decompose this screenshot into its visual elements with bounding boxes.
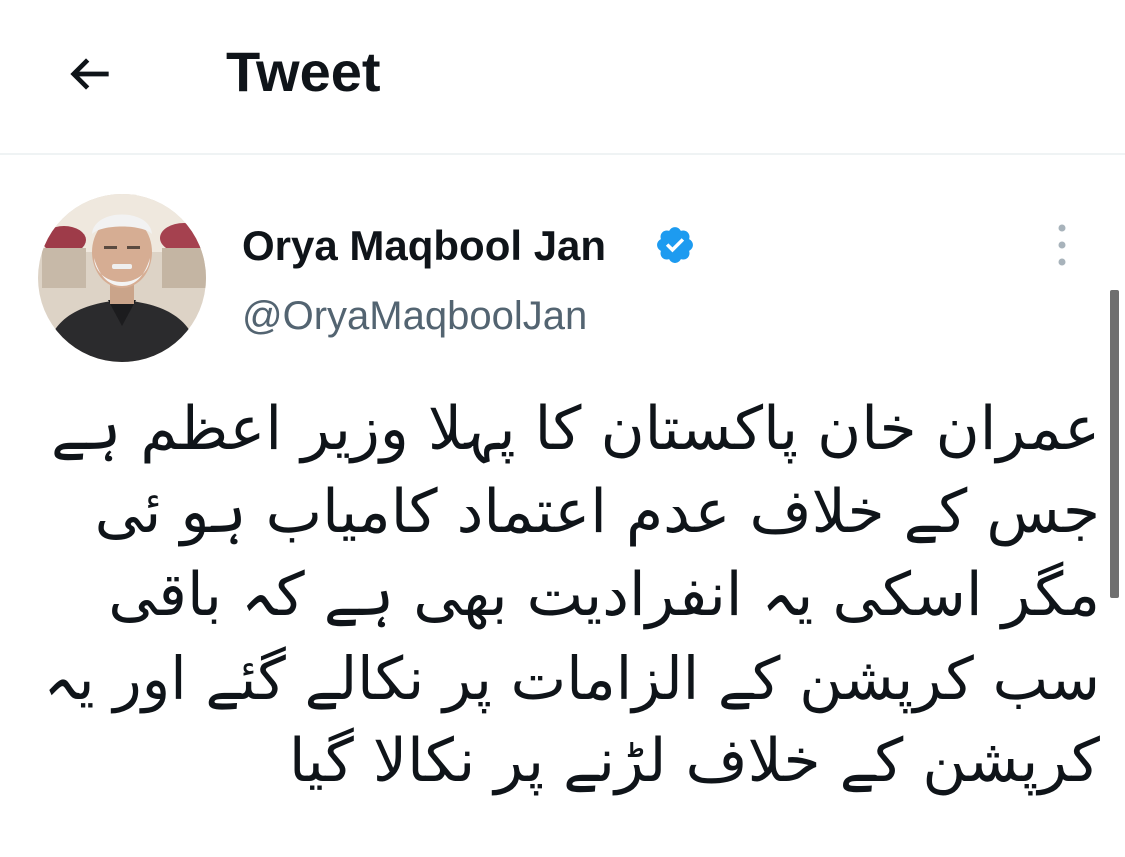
- author-handle[interactable]: @OryaMaqboolJan: [242, 292, 587, 340]
- tweet-text-line: کرپشن کے خلاف لڑنے پر نکالا گیا: [288, 726, 1100, 796]
- tweet-text-line: عمران خان پاکستان کا پہلا وزیر اعظم ہے: [51, 394, 1100, 464]
- more-options-button[interactable]: [1040, 218, 1084, 272]
- back-button[interactable]: [52, 36, 128, 112]
- verified-badge-icon: [657, 227, 693, 263]
- arrow-left-icon: [70, 58, 109, 90]
- tweet-detail-screen: Tweet Orya Maqbool Jan @OryaMaqboolJan ع…: [0, 0, 1125, 857]
- author-avatar[interactable]: [38, 194, 206, 362]
- tweet-text-line: سب کرپشن کے الزامات پر نکالے گئے اور یہ: [43, 644, 1100, 713]
- scrollbar-thumb[interactable]: [1110, 290, 1119, 598]
- tweet-text-line: جس کے خلاف عدم اعتماد کامیاب ہو ئی: [94, 477, 1100, 547]
- tweet-text-line: مگر اسکی یہ انفرادیت بھی ہے کہ باقی: [108, 560, 1100, 630]
- page-title: Tweet: [226, 40, 381, 103]
- more-vertical-icon: [1058, 224, 1066, 266]
- author-name[interactable]: Orya Maqbool Jan: [242, 222, 606, 270]
- top-app-bar: Tweet: [0, 0, 1125, 155]
- tweet-text: عمران خان پاکستان کا پہلا وزیر اعظم ہے ج…: [40, 388, 1100, 803]
